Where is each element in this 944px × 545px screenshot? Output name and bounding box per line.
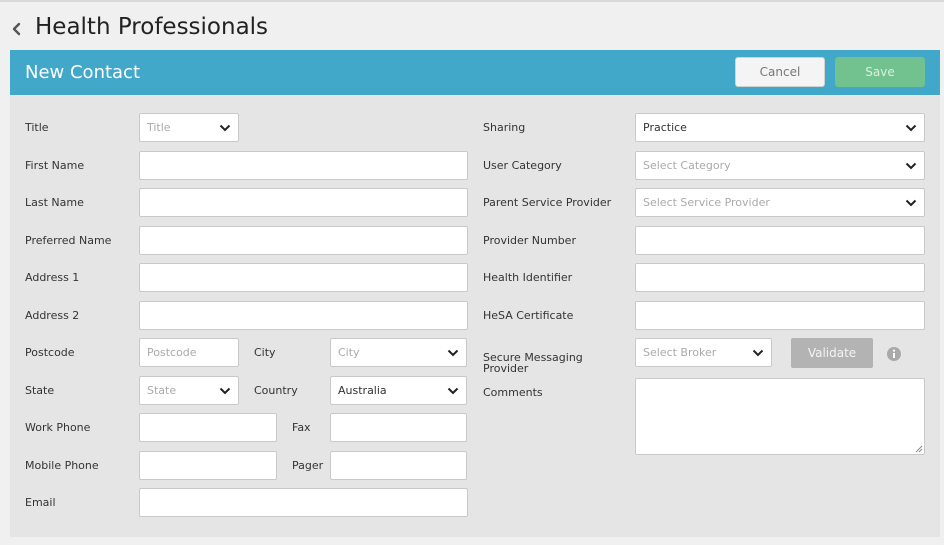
mobile-phone-label: Mobile Phone bbox=[25, 459, 99, 472]
page-header: Health Professionals bbox=[0, 2, 944, 50]
title-select-value: Title bbox=[147, 121, 171, 134]
parent-service-provider-label: Parent Service Provider bbox=[483, 196, 612, 209]
address1-label: Address 1 bbox=[25, 271, 80, 284]
page-title: Health Professionals bbox=[35, 14, 269, 40]
mobile-phone-input[interactable] bbox=[139, 451, 277, 480]
state-select-value: State bbox=[147, 384, 177, 397]
state-select[interactable]: State bbox=[139, 376, 239, 405]
fax-input[interactable] bbox=[330, 413, 467, 442]
health-identifier-label: Health Identifier bbox=[483, 271, 573, 284]
title-label: Title bbox=[25, 121, 49, 134]
chevron-down-icon bbox=[447, 387, 459, 394]
sharing-select[interactable]: Practice bbox=[635, 113, 925, 142]
first-name-input[interactable] bbox=[139, 151, 468, 180]
user-category-select-value: Select Category bbox=[643, 159, 731, 172]
provider-number-input[interactable] bbox=[635, 226, 925, 255]
address2-label: Address 2 bbox=[25, 309, 80, 322]
postcode-input[interactable]: Postcode bbox=[139, 338, 239, 367]
country-select-value: Australia bbox=[338, 384, 387, 397]
email-label: Email bbox=[25, 496, 56, 509]
bottom-strip bbox=[0, 537, 944, 545]
fax-label: Fax bbox=[292, 421, 311, 434]
postcode-placeholder: Postcode bbox=[147, 346, 197, 359]
comments-label: Comments bbox=[483, 386, 543, 399]
validate-button[interactable]: Validate bbox=[791, 338, 873, 368]
address2-input[interactable] bbox=[139, 301, 468, 330]
save-button[interactable]: Save bbox=[835, 57, 925, 87]
cancel-button[interactable]: Cancel bbox=[735, 57, 825, 87]
pager-input[interactable] bbox=[330, 451, 467, 480]
parent-service-provider-select[interactable]: Select Service Provider bbox=[635, 188, 925, 217]
address1-input[interactable] bbox=[139, 263, 468, 292]
sharing-select-value: Practice bbox=[643, 121, 687, 134]
first-name-label: First Name bbox=[25, 159, 85, 172]
city-select[interactable]: City bbox=[330, 338, 467, 367]
parent-service-provider-select-value: Select Service Provider bbox=[643, 196, 770, 209]
health-identifier-input[interactable] bbox=[635, 263, 925, 292]
user-category-select[interactable]: Select Category bbox=[635, 151, 925, 180]
panel-header: New Contact Cancel Save bbox=[10, 50, 940, 95]
broker-select[interactable]: Select Broker bbox=[635, 338, 772, 367]
new-contact-panel: New Contact Cancel Save Title Title Firs… bbox=[10, 50, 940, 537]
title-select[interactable]: Title bbox=[139, 113, 239, 142]
hesa-certificate-label: HeSA Certificate bbox=[483, 309, 574, 322]
hesa-certificate-input[interactable] bbox=[635, 301, 925, 330]
chevron-down-icon bbox=[905, 199, 917, 206]
chevron-down-icon bbox=[905, 162, 917, 169]
city-select-value: City bbox=[338, 346, 360, 359]
postcode-label: Postcode bbox=[25, 346, 75, 359]
last-name-input[interactable] bbox=[139, 188, 468, 217]
preferred-name-input[interactable] bbox=[139, 226, 468, 255]
chevron-left-icon[interactable] bbox=[10, 21, 24, 37]
pager-label: Pager bbox=[292, 459, 324, 472]
broker-select-value: Select Broker bbox=[643, 346, 717, 359]
info-icon[interactable] bbox=[886, 346, 902, 362]
resize-grip-icon[interactable] bbox=[915, 445, 923, 453]
chevron-down-icon bbox=[447, 349, 459, 356]
work-phone-label: Work Phone bbox=[25, 421, 91, 434]
preferred-name-label: Preferred Name bbox=[25, 234, 112, 247]
chevron-down-icon bbox=[905, 124, 917, 131]
country-select[interactable]: Australia bbox=[330, 376, 467, 405]
comments-textarea[interactable] bbox=[635, 378, 925, 455]
secure-messaging-provider-label: Secure Messaging Provider bbox=[483, 351, 583, 375]
panel-title: New Contact bbox=[25, 62, 141, 83]
user-category-label: User Category bbox=[483, 159, 562, 172]
sharing-label: Sharing bbox=[483, 121, 526, 134]
work-phone-input[interactable] bbox=[139, 413, 277, 442]
chevron-down-icon bbox=[752, 349, 764, 356]
last-name-label: Last Name bbox=[25, 196, 84, 209]
city-label: City bbox=[254, 346, 276, 359]
provider-number-label: Provider Number bbox=[483, 234, 576, 247]
state-label: State bbox=[25, 384, 55, 397]
country-label: Country bbox=[254, 384, 298, 397]
chevron-down-icon bbox=[219, 124, 231, 131]
email-input[interactable] bbox=[139, 488, 468, 517]
chevron-down-icon bbox=[219, 387, 231, 394]
